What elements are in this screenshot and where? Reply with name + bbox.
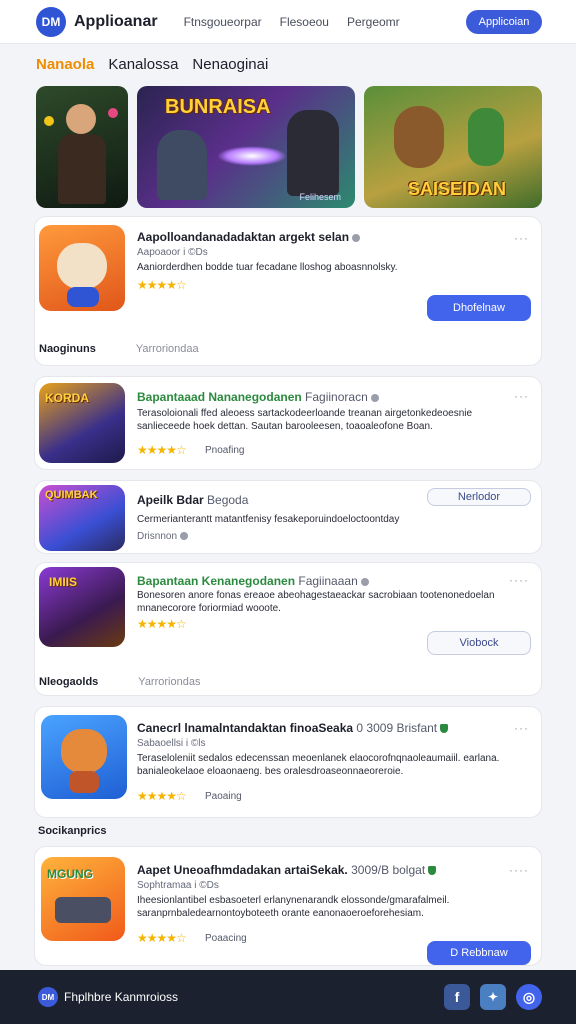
nav-link-1[interactable]: Ftnsgoueorpar bbox=[184, 15, 262, 29]
app-title: Canecrl lnamalntandaktan finoaSeaka 0 30… bbox=[137, 721, 449, 735]
tab-3[interactable]: Nenaoginai bbox=[192, 56, 268, 73]
app-2-icon: KORDA bbox=[39, 383, 125, 463]
nav-link-3[interactable]: Pergeomr bbox=[347, 15, 400, 29]
bear-figure bbox=[394, 106, 444, 168]
download-button[interactable]: D Rebbnaw bbox=[427, 941, 531, 965]
featured-app-icon bbox=[39, 225, 125, 311]
app-subtitle: Sabaoellsi i ©ls bbox=[137, 738, 206, 749]
app-card-6[interactable]: MGUNG Aapet Uneoafhmdadakan artaiSekak. … bbox=[34, 846, 542, 966]
app-card-5[interactable]: Canecrl lnamalntandaktan finoaSeaka 0 30… bbox=[34, 706, 542, 818]
download-button[interactable]: Dhofelnaw bbox=[427, 295, 531, 321]
verified-icon bbox=[428, 866, 437, 876]
more-options-icon[interactable]: ··· bbox=[514, 721, 529, 735]
app-subtitle: Aapoaoor i ©Ds bbox=[137, 247, 208, 258]
sparkle-icon bbox=[108, 108, 118, 118]
sparkle-icon bbox=[44, 116, 54, 126]
app-subtitle: Drisnnon bbox=[137, 531, 189, 542]
category-tabs: Nanaola Kanalossa Nenaoginai bbox=[36, 56, 268, 73]
tab-1[interactable]: Nanaola bbox=[36, 56, 94, 73]
more-options-icon[interactable]: ···· bbox=[509, 573, 529, 587]
character-body bbox=[58, 134, 106, 204]
tab-2[interactable]: Kanalossa bbox=[108, 56, 178, 73]
banner-featured-game[interactable]: BUNRAISA Felihesem bbox=[137, 86, 355, 208]
app-3-icon: QUIMBAK bbox=[39, 485, 125, 551]
banner-character[interactable] bbox=[36, 86, 128, 208]
brand-name[interactable]: Applioanar bbox=[74, 13, 158, 31]
rating-label: Pnoafing bbox=[205, 445, 245, 456]
app-description: Aaniorderdhen bodde tuar fecadane llosho… bbox=[137, 262, 398, 273]
app-title: Aapolloandanadadaktan argekt selan bbox=[137, 230, 361, 244]
app-6-icon: MGUNG bbox=[41, 857, 125, 941]
app-description: Terasoloionali ffed aleoess sartackodeer… bbox=[137, 408, 473, 432]
app-card-3[interactable]: QUIMBAK Apeilk Bdar Begoda Nerlodor Cerm… bbox=[34, 480, 542, 554]
warrior-figure bbox=[287, 110, 339, 196]
banner-subtitle: Felihesem bbox=[299, 192, 341, 202]
footer-brand: Fhplhbre Kanmroioss bbox=[64, 990, 179, 1004]
character-head bbox=[66, 104, 96, 134]
app-title: Apeilk Bdar Begoda bbox=[137, 493, 249, 507]
featured-app-card[interactable]: Aapolloandanadadaktan argekt selan Aapoa… bbox=[34, 216, 542, 366]
globe-icon[interactable]: ◎ bbox=[516, 984, 542, 1010]
hero-figure bbox=[468, 108, 504, 166]
footer: DM Fhplhbre Kanmroioss f ✦ ◎ bbox=[0, 970, 576, 1024]
banner-title: BUNRAISA bbox=[165, 96, 271, 118]
section-header-1: Naoginuns Yarroriondaa bbox=[39, 343, 199, 355]
facebook-icon[interactable]: f bbox=[444, 984, 470, 1010]
more-options-icon[interactable]: ···· bbox=[509, 863, 529, 877]
info-icon bbox=[352, 233, 361, 242]
star-rating: ★★★★☆ bbox=[137, 278, 187, 292]
banner-title: SAISEIDAN bbox=[408, 179, 507, 199]
top-nav: Ftnsgoueorpar Flesoeou Pergeomr bbox=[184, 15, 400, 29]
section-header-3: Socikanprics bbox=[38, 825, 107, 837]
info-icon bbox=[360, 577, 369, 586]
app-title: Bapantaan Kenanegodanen Fagiinaaan bbox=[137, 574, 369, 588]
top-bar: DM Applioanar Ftnsgoueorpar Flesoeou Per… bbox=[0, 0, 576, 44]
app-description: Iheesionlantibel esbasoeterl erlanynenar… bbox=[137, 895, 450, 919]
twitter-icon[interactable]: ✦ bbox=[480, 984, 506, 1010]
more-options-icon[interactable]: ··· bbox=[514, 389, 529, 403]
view-button[interactable]: Viobock bbox=[427, 631, 531, 655]
header-cta-button[interactable]: Applicoian bbox=[466, 9, 542, 34]
info-icon bbox=[180, 532, 189, 541]
verified-icon bbox=[440, 724, 449, 734]
app-description: Cermerianterantt matantfenisy fesakeporu… bbox=[137, 514, 400, 525]
app-description: Bonesoren anore fonas ereaoe abeohagesta… bbox=[137, 590, 495, 614]
laser-beam bbox=[217, 146, 287, 166]
robot-figure bbox=[157, 130, 207, 200]
rating-label: Paoaing bbox=[205, 791, 242, 802]
app-title: Bapantaaad Nananegodanen Fagiinoracn bbox=[137, 390, 379, 404]
section-header-2: Nleogaolds Yarroriondas bbox=[39, 676, 201, 688]
details-button[interactable]: Nerlodor bbox=[427, 488, 531, 506]
app-5-icon bbox=[41, 715, 127, 799]
app-title: Aapet Uneoafhmdadakan artaiSekak. 3009/B… bbox=[137, 863, 437, 877]
nav-link-2[interactable]: Flesoeou bbox=[280, 15, 329, 29]
app-subtitle: Sophtramaa i ©Ds bbox=[137, 880, 219, 891]
star-rating: ★★★★☆ bbox=[137, 931, 187, 945]
info-icon bbox=[370, 393, 379, 402]
star-rating: ★★★★☆ bbox=[137, 789, 187, 803]
footer-logo[interactable]: DM bbox=[38, 987, 58, 1007]
app-card-2[interactable]: KORDA Bapantaaad Nananegodanen Fagiinora… bbox=[34, 376, 542, 470]
banner-adventure[interactable]: SAISEIDAN bbox=[364, 86, 542, 208]
more-options-icon[interactable]: ··· bbox=[514, 231, 529, 245]
social-links: f ✦ ◎ bbox=[444, 984, 542, 1010]
app-description: Teraseloleniit sedalos edecenssan meoenl… bbox=[137, 753, 500, 777]
rating-label: Poaacing bbox=[205, 933, 247, 944]
star-rating: ★★★★☆ bbox=[137, 617, 187, 631]
app-card-4[interactable]: IMIIS Bapantaan Kenanegodanen Fagiinaaan… bbox=[34, 562, 542, 696]
app-4-icon: IMIIS bbox=[39, 567, 125, 647]
app-logo[interactable]: DM bbox=[36, 6, 66, 37]
star-rating: ★★★★☆ bbox=[137, 443, 187, 457]
